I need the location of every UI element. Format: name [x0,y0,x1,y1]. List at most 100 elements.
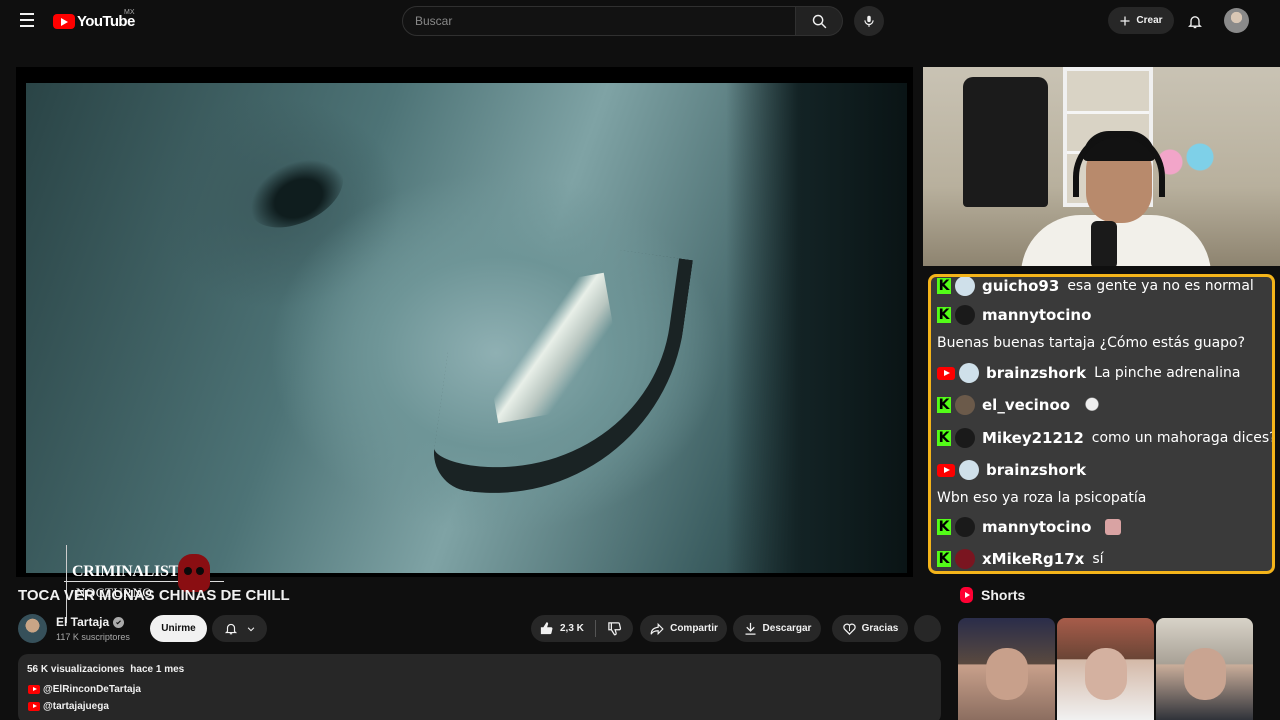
chat-message: brainzshork [937,457,1094,483]
user-avatar [955,395,975,415]
share-icon [650,622,664,635]
chat-text: Buenas buenas tartaja ¿Cómo estás guapo? [937,335,1246,351]
download-button[interactable]: Descargar [733,615,821,642]
verified-check-icon [113,616,125,628]
voice-search-button[interactable] [854,6,884,36]
subscription-bell-dropdown[interactable] [212,615,267,642]
youtube-icon [937,463,955,477]
facecam-hoodie [963,77,1048,207]
shorts-heading: Shorts [981,587,1026,603]
bell-icon [1188,15,1202,28]
description-box[interactable]: 56 K visualizaciones hace 1 mes @ElRinco… [18,654,941,720]
thanks-label: Gracias [861,623,899,634]
youtube-icon [28,702,40,711]
subscriber-count: 117 K suscriptores [56,632,130,642]
channel-watermark: CRIMINALISTA NOCTURNO [64,545,234,625]
kick-icon: K [937,307,951,323]
streamer-microphone [1091,221,1117,266]
masthead: YouTube MX Crear [0,0,1280,42]
chat-message: K mannytocino [937,302,1099,328]
kick-icon: K [937,397,951,413]
youtube-icon [28,685,40,694]
chat-message: K el_vecinoo [937,392,1101,418]
chat-text: esa gente ya no es normal [1067,278,1254,294]
kick-icon: K [937,519,951,535]
video-scene-hair [726,83,907,573]
chat-message: K mannytocino [937,514,1122,540]
chat-text: Wbn eso ya roza la psicopatía [937,490,1147,506]
create-button[interactable]: Crear [1108,7,1174,34]
user-avatar [959,460,979,480]
search-button[interactable] [796,6,843,36]
video-player[interactable]: CRIMINALISTA NOCTURNO [16,67,913,623]
chevron-down-icon [247,626,254,631]
like-button[interactable]: 2,3 K [531,615,595,642]
download-icon [745,622,756,635]
chat-username: mannytocino [982,306,1092,324]
thumbs-up-icon [540,622,553,635]
chat-message: Wbn eso ya roza la psicopatía [937,485,1146,511]
user-avatar [955,517,975,537]
watermark-line1: CRIMINALISTA [72,563,190,580]
chat-message: Buenas buenas tartaja ¿Cómo estás guapo? [937,330,1245,356]
short-thumbnail[interactable] [958,618,1055,720]
short-thumbnail[interactable] [1057,618,1154,720]
like-count: 2,3 K [560,623,584,634]
chat-username: xMikeRg17x [982,550,1085,568]
dislike-button[interactable] [596,615,633,642]
more-actions-button[interactable] [914,615,941,642]
shorts-header: Shorts [960,587,1025,603]
short-thumbnail[interactable] [1156,618,1253,720]
description-link[interactable]: @tartajajuega [28,701,109,712]
chat-text: sí [1092,551,1104,567]
plus-icon [1120,16,1130,25]
download-label: Descargar [762,623,812,634]
user-avatar [959,363,979,383]
kick-icon: K [937,278,951,294]
youtube-logo[interactable]: YouTube [53,12,135,30]
facecam-toys [1158,137,1218,187]
thanks-button[interactable]: Gracias [832,615,908,642]
join-button[interactable]: Unirme [150,615,207,642]
youtube-play-icon [53,13,75,29]
bell-icon [224,623,237,635]
chat-username: Mikey21212 [982,429,1084,447]
description-link[interactable]: @ElRinconDeTartaja [28,684,141,695]
shelf-row [1067,111,1149,114]
video-scene-eye [238,144,354,242]
chat-text: como un mahoraga dices? [1091,430,1275,446]
youtube-icon [937,366,955,380]
chat-username: mannytocino [982,518,1092,536]
shorts-icon [960,587,973,603]
chat-text: La pinche adrenalina [1094,365,1241,381]
pink-emote-icon [1105,519,1122,535]
microphone-icon [864,15,874,27]
share-button[interactable]: Compartir [640,615,727,642]
upload-date: hace 1 mes [130,664,185,675]
video-scene-teeth [475,272,627,424]
streamer-facecam [923,67,1280,266]
country-code: MX [124,9,135,16]
short-thumbnail-face [1184,648,1226,700]
user-avatar [955,277,975,296]
user-avatar [955,549,975,569]
thumbs-down-icon [608,622,622,636]
video-title: TOCA VER MONAS CHINAS DE CHILL [18,587,290,604]
chat-username: brainzshork [986,364,1087,382]
skull-emote-icon [1084,397,1101,413]
chat-message: K guicho93 esa gente ya no es normal [937,277,1254,299]
video-frame[interactable] [26,83,907,573]
channel-avatar[interactable] [18,614,47,643]
heart-dollar-icon [842,623,856,636]
search-bar [402,6,843,36]
like-dislike-group: 2,3 K [531,615,633,642]
chat-message: brainzshork La pinche adrenalina [937,360,1240,386]
notifications-button[interactable] [1183,9,1207,33]
menu-icon[interactable] [14,9,40,33]
user-avatar [955,428,975,448]
channel-name-link[interactable]: El Tartaja [56,615,125,629]
chat-username: brainzshork [986,461,1087,479]
search-input[interactable] [402,6,796,36]
account-avatar[interactable] [1224,8,1249,33]
channel-name: El Tartaja [56,615,110,629]
